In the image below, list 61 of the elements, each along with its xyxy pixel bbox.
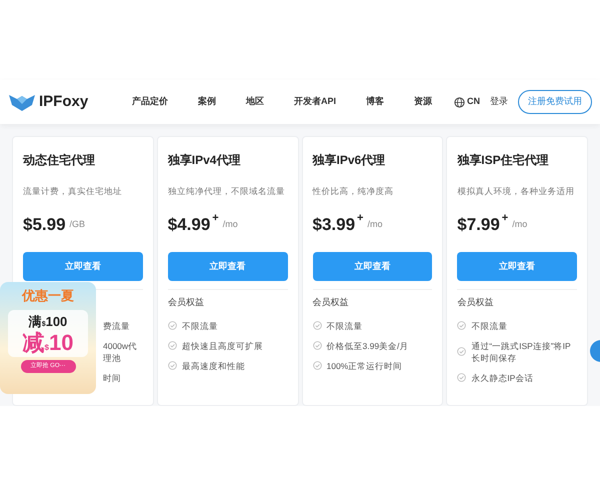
price: $3.99 xyxy=(312,214,356,236)
price-unit: /GB xyxy=(70,218,86,231)
feature-text: 通过“一跳式ISP连接”将IP长时间保存 xyxy=(471,340,572,364)
plus-sign: + xyxy=(212,210,219,226)
globe-icon[interactable] xyxy=(454,96,465,108)
promo-text: 减 xyxy=(22,331,45,355)
promo-text: 10 xyxy=(48,331,74,355)
check-circle-icon xyxy=(457,347,466,356)
feature-text: 不限流量 xyxy=(471,320,508,332)
price-unit: /mo xyxy=(512,218,528,231)
check-circle-icon xyxy=(168,341,177,350)
price: $7.99 xyxy=(457,214,500,236)
card-subtitle: 独立纯净代理，不限域名流量 xyxy=(168,185,286,198)
benefits-heading: 会员权益 xyxy=(168,296,205,309)
feature-text: 永久静态IP会话 xyxy=(471,372,534,384)
check-circle-icon xyxy=(312,341,322,350)
card-subtitle: 性价比高，纯净度高 xyxy=(312,185,394,198)
check-circle-icon xyxy=(168,361,177,370)
feature-text: 费流量 xyxy=(103,320,130,332)
feature-text: 超快速且高度可扩展 xyxy=(182,340,263,352)
card-title: 独享IPv6代理 xyxy=(312,152,386,169)
feature-text: 价格低至3.99美金/月 xyxy=(326,340,408,352)
price: $5.99 xyxy=(23,214,66,236)
login-link[interactable]: 登录 xyxy=(490,95,508,109)
promo-text: 满 xyxy=(28,312,42,330)
price-unit: /mo xyxy=(367,218,382,231)
check-circle-icon xyxy=(312,361,322,370)
promo-text: 100 xyxy=(46,312,68,330)
plus-sign: + xyxy=(357,210,364,226)
benefits-heading: 会员权益 xyxy=(312,296,350,309)
feature-text: 不限流量 xyxy=(182,320,218,332)
feature-text: 4000w代理池 xyxy=(103,340,138,364)
card-subtitle: 模拟真人环境，各种业务适用 xyxy=(457,185,576,198)
nav-link[interactable]: 资源 xyxy=(414,95,432,109)
feature-text: 时间 xyxy=(103,372,121,384)
feature-text: 最高速度和性能 xyxy=(182,360,245,372)
card-title: 独享IPv4代理 xyxy=(168,152,242,169)
card-subtitle: 流量计费，真实住宅地址 xyxy=(23,185,123,198)
card-title: 独享ISP住宅代理 xyxy=(457,152,550,169)
promo-text: $ xyxy=(44,342,49,354)
price: $4.99 xyxy=(168,214,210,236)
signup-button[interactable]: 注册免费试用 xyxy=(518,90,592,114)
promo-title: 优惠一夏 xyxy=(22,287,74,305)
language-link[interactable]: CN xyxy=(467,95,480,109)
check-circle-icon xyxy=(457,373,466,382)
price-unit: /mo xyxy=(222,218,238,231)
benefits-heading: 会员权益 xyxy=(457,296,494,309)
logo-icon xyxy=(8,92,36,112)
logo-text[interactable]: IPFoxy xyxy=(39,90,88,114)
nav-link[interactable]: 案例 xyxy=(198,95,216,109)
check-circle-icon xyxy=(312,321,322,330)
card-title: 动态住宅代理 xyxy=(23,152,96,169)
nav-link[interactable]: 开发者API xyxy=(294,95,336,109)
feature-text: 不限流量 xyxy=(326,320,362,332)
plus-sign: + xyxy=(502,210,508,226)
nav-link[interactable]: 博客 xyxy=(366,95,384,109)
feature-text: 100%正常运行时间 xyxy=(326,360,402,372)
check-circle-icon xyxy=(457,321,466,330)
check-circle-icon xyxy=(168,321,177,330)
nav-link[interactable]: 产品定价 xyxy=(132,95,168,109)
nav-link[interactable]: 地区 xyxy=(246,95,264,109)
